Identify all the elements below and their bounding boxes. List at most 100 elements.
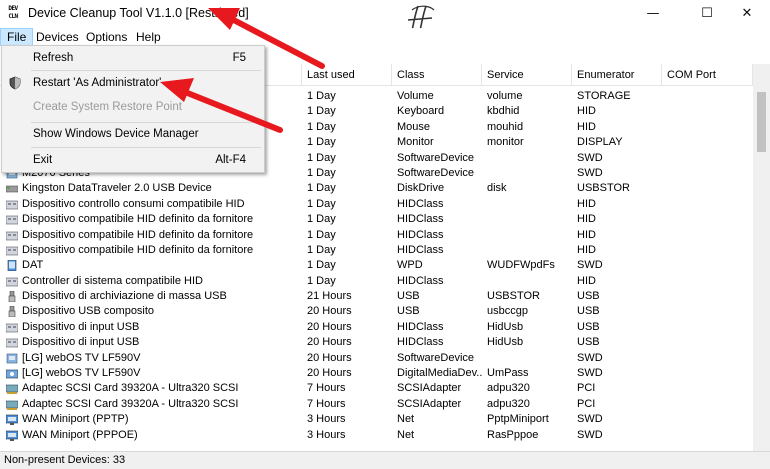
table-row[interactable]: Dispositivo controllo consumi compatibil… [0, 197, 770, 212]
menu-bar: File Devices Options Help [0, 28, 770, 46]
cell-last-used: 20 Hours [307, 336, 352, 349]
cell-enumerator: HID [577, 243, 596, 256]
cell-com-port [667, 351, 747, 366]
cell-device-name: Adaptec SCSI Card 39320A - Ultra320 SCSI [22, 382, 239, 395]
cell-service: monitor [487, 136, 524, 149]
scrollbar-thumb[interactable] [757, 92, 766, 152]
cell-com-port [667, 135, 747, 150]
cell-device-name: Dispositivo controllo consumi compatibil… [22, 197, 245, 210]
cell-service: adpu320 [487, 397, 530, 410]
cell-com-port [667, 320, 747, 335]
cell-last-used: 21 Hours [307, 290, 352, 303]
cell-last-used: 1 Day [307, 105, 336, 118]
cell-service [487, 212, 573, 227]
cell-enumerator: USB [577, 336, 600, 349]
cell-enumerator: SWD [577, 367, 603, 380]
column-header-com-port[interactable]: COM Port [662, 64, 753, 85]
annotation-arrow-title-icon [208, 8, 325, 69]
cell-com-port [667, 335, 747, 350]
cell-device-name: Dispositivo di input USB [22, 320, 140, 333]
cell-last-used: 1 Day [307, 151, 336, 164]
menu-item-label: Exit [33, 154, 53, 166]
menu-item-exit[interactable]: Exit Alt-F4 [2, 149, 264, 171]
cell-device-class: HIDClass [397, 243, 444, 256]
column-header-class[interactable]: Class [392, 64, 482, 85]
cell-last-used: 1 Day [307, 213, 336, 226]
drive-icon [6, 186, 18, 193]
column-header-enumerator[interactable]: Enumerator [572, 64, 662, 85]
cell-enumerator: HID [577, 120, 596, 133]
menu-item-shortcut: Alt-F4 [215, 154, 246, 166]
cell-enumerator: HID [577, 213, 596, 226]
cell-device-name: WAN Miniport (PPPOE) [22, 428, 138, 441]
menu-help[interactable]: Help [130, 28, 167, 46]
cell-device-class: WPD [397, 259, 423, 272]
cell-enumerator: USB [577, 320, 600, 333]
table-row[interactable]: Dispositivo di input USB 20 Hours HIDClass… [0, 320, 770, 335]
cell-service [487, 166, 573, 181]
cell-device-class: HIDClass [397, 320, 444, 333]
cell-enumerator: SWD [577, 428, 603, 441]
table-row[interactable]: Dispositivo compatibile HID definito da … [0, 243, 770, 258]
table-row[interactable]: DAT 1 Day WPD WUDFWpdFs SWD [0, 258, 770, 273]
usb-icon [8, 306, 16, 318]
cell-enumerator: HID [577, 105, 596, 118]
cell-com-port [667, 366, 747, 381]
cell-service: HidUsb [487, 320, 524, 333]
table-row[interactable]: Adaptec SCSI Card 39320A - Ultra320 SCSI… [0, 397, 770, 412]
cell-com-port [667, 104, 747, 119]
menu-options[interactable]: Options [80, 28, 133, 46]
cell-service: kbdhid [487, 105, 520, 118]
table-row[interactable]: Dispositivo compatibile HID definito da … [0, 228, 770, 243]
scsi-icon [6, 400, 18, 410]
menu-item-label: Refresh [33, 52, 74, 64]
app-icon: DEV CLN [8, 5, 18, 20]
table-row[interactable]: Dispositivo di input USB 20 Hours HIDClass… [0, 335, 770, 350]
cell-device-name: DAT [22, 259, 44, 272]
cell-device-class: Monitor [397, 136, 434, 149]
cell-enumerator: HID [577, 228, 596, 241]
hid-icon [6, 323, 18, 333]
cell-last-used: 20 Hours [307, 367, 352, 380]
table-row[interactable]: Dispositivo compatibile HID definito da … [0, 212, 770, 227]
minimize-button[interactable]: — [630, 0, 676, 28]
net-icon [6, 414, 18, 426]
cell-device-name: Dispositivo compatibile HID definito da … [22, 213, 254, 226]
device-icon [6, 353, 18, 363]
table-row[interactable]: Controller di sistema compatibile HID 1 D… [0, 274, 770, 289]
table-row[interactable]: Dispositivo di archiviazione di massa US… [0, 289, 770, 304]
status-bar: Non-present Devices: 33 [0, 451, 770, 469]
hid-icon [6, 246, 18, 256]
table-row[interactable]: WAN Miniport (PPPOE) 3 Hours Net RasPppoe SW… [0, 428, 770, 443]
close-button[interactable]: ✕ [724, 0, 770, 28]
menu-item-label: Restart 'As Administrator' [33, 77, 162, 89]
cell-device-name: Adaptec SCSI Card 39320A - Ultra320 SCSI [22, 397, 239, 410]
cell-service: volume [487, 90, 523, 102]
cell-device-class: SCSIAdapter [397, 382, 462, 395]
table-row[interactable]: WAN Miniport (PPTP) 3 Hours Net PptpMinipor… [0, 412, 770, 427]
cell-last-used: 3 Hours [307, 413, 346, 426]
table-row[interactable]: Kingston DataTraveler 2.0 USB Device 1 Da… [0, 181, 770, 196]
hid-icon [6, 277, 18, 286]
cell-last-used: 1 Day [307, 166, 336, 179]
table-row[interactable]: [LG] webOS TV LF590V 20 Hours DigitalMedia… [0, 366, 770, 381]
cell-last-used: 1 Day [307, 90, 336, 102]
cell-enumerator: USB [577, 290, 600, 303]
cell-service: disk [487, 182, 507, 195]
menu-devices[interactable]: Devices [30, 28, 85, 46]
wpd-icon [7, 260, 17, 272]
column-header-service[interactable]: Service [482, 64, 572, 85]
cell-service: mouhid [487, 120, 524, 133]
net-icon [6, 430, 18, 441]
table-row[interactable]: [LG] webOS TV LF590V 20 Hours SoftwareDevi… [0, 351, 770, 366]
vertical-scrollbar[interactable] [753, 64, 770, 451]
menu-file[interactable]: File [0, 28, 34, 46]
cell-service [487, 151, 573, 166]
table-row[interactable]: Adaptec SCSI Card 39320A - Ultra320 SCSI… [0, 381, 770, 396]
cell-device-name: [LG] webOS TV LF590V [22, 351, 141, 364]
cell-com-port [667, 166, 747, 181]
cell-service [487, 228, 573, 243]
cell-device-name: Dispositivo USB composito [22, 305, 155, 318]
table-row[interactable]: Dispositivo USB composito 20 Hours USB usbc… [0, 304, 770, 319]
cell-device-name: Dispositivo compatibile HID definito da … [22, 228, 254, 241]
